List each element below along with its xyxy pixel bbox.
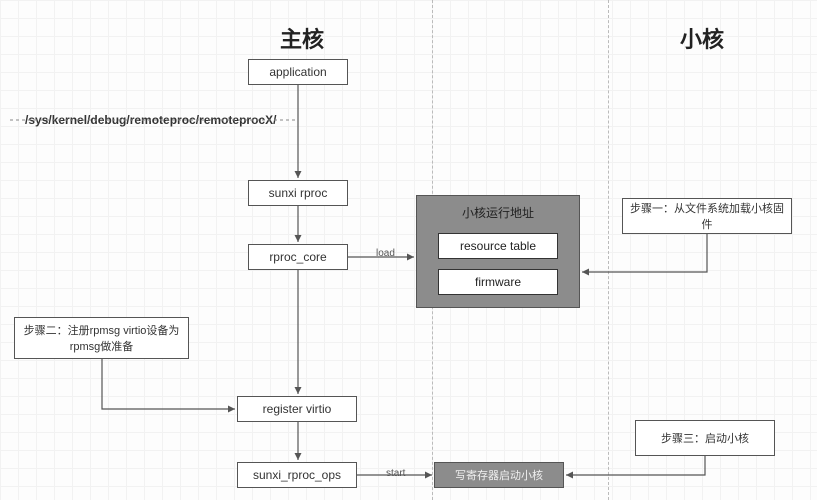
firmware-box: firmware <box>438 269 558 295</box>
node-sunxi-rproc-ops: sunxi_rproc_ops <box>237 462 357 488</box>
step3-annotation: 步骤三：启动小核 <box>635 420 775 456</box>
edge-label-load: load <box>376 248 395 259</box>
node-sunxi-rproc: sunxi rproc <box>248 180 348 206</box>
start-register-box: 写寄存器启动小核 <box>434 462 564 488</box>
step2-annotation: 步骤二：注册rpmsg virtio设备为rpmsg做准备 <box>14 317 189 359</box>
node-register-virtio: register virtio <box>237 396 357 422</box>
debugfs-path: /sys/kernel/debug/remoteproc/remoteprocX… <box>25 113 276 127</box>
node-rproc-core: rproc_core <box>248 244 348 270</box>
memory-region: 小核运行地址 resource table firmware <box>416 195 580 308</box>
node-application: application <box>248 59 348 85</box>
heading-minor: 小核 <box>680 22 724 54</box>
heading-main: 主核 <box>280 22 324 54</box>
resource-table-box: resource table <box>438 233 558 259</box>
edge-label-start: start <box>386 468 405 479</box>
step1-annotation: 步骤一：从文件系统加载小核固件 <box>622 198 792 234</box>
memory-region-title: 小核运行地址 <box>462 204 534 221</box>
